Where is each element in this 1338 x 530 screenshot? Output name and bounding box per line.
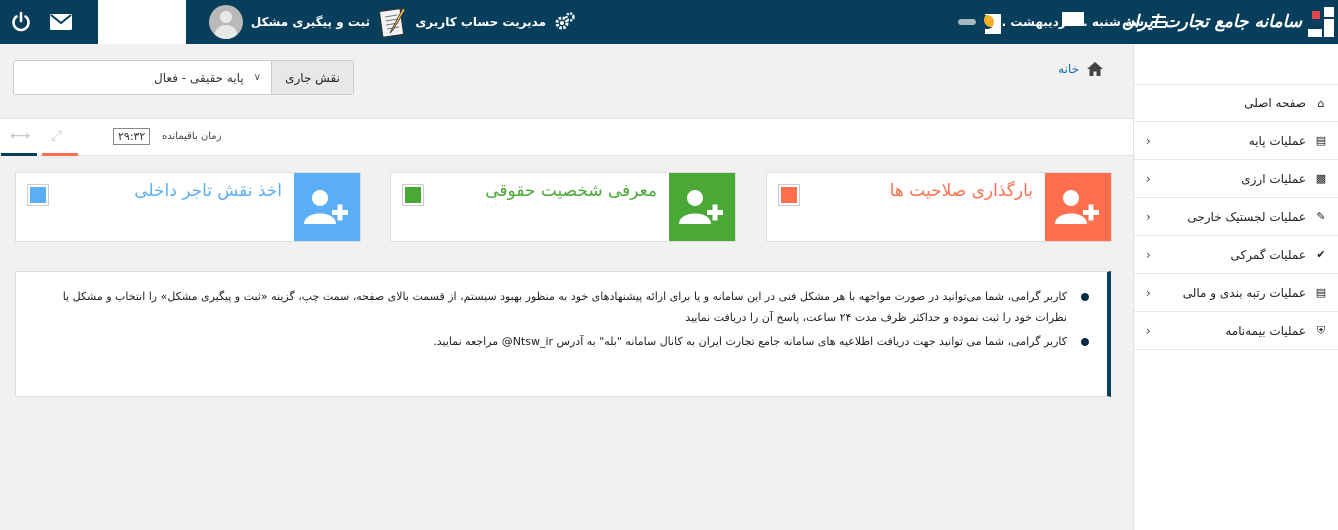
domestic-trader-role-card[interactable]: اخذ نقش تاجر داخلی [15, 172, 361, 242]
sidebar-item-label: عملیات گمرکی [1230, 247, 1306, 262]
sidebar-item-label: عملیات لجستیک خارجی [1187, 209, 1306, 224]
sidebar-item-base-operations[interactable]: ▤ عملیات پایه ‹ [1134, 122, 1338, 160]
remaining-time-value: ۲۹:۳۲ [113, 128, 151, 145]
card-color-indicator [402, 184, 424, 206]
shield-icon: ⛨ [1316, 323, 1326, 337]
home-icon: ⌂ [1317, 96, 1325, 110]
card-title: بارگذاری صلاحیت ها [889, 181, 1033, 201]
sidebar-item-rating-operations[interactable]: ▤ عملیات رتبه بندی و مالی ‹ [1134, 274, 1338, 312]
sidebar-item-label: عملیات بیمه‌نامه [1225, 323, 1306, 338]
logo-icon [1308, 7, 1334, 37]
bar-chart-icon: ▤ [1315, 134, 1327, 147]
theme-toggle[interactable] [958, 0, 994, 44]
menu-icon[interactable] [1152, 16, 1166, 28]
report-problem-label: ثبت و پیگیری مشکل [250, 15, 370, 29]
check-icon: ✔ [1316, 248, 1326, 261]
sidebar-item-label: عملیات رتبه بندی و مالی [1182, 285, 1306, 300]
current-role-value: پایه حقیقی - فعال [154, 70, 244, 85]
envelope-icon [50, 14, 72, 30]
sidebar-item-currency-operations[interactable]: ▩ عملیات ارزی ‹ [1134, 160, 1338, 198]
home-icon [1087, 62, 1103, 76]
money-icon: ▩ [1315, 172, 1327, 185]
resize-arrows-icon[interactable]: ⟷ [10, 128, 30, 144]
redacted-area [1062, 12, 1084, 26]
current-role-select[interactable]: نقش جاری ∨ پایه حقیقی - فعال [13, 60, 354, 95]
card-title: معرفی شخصیت حقوقی [485, 181, 657, 201]
messages-button[interactable] [50, 0, 72, 44]
sidebar-item-label: عملیات پایه [1248, 133, 1306, 148]
gear-icon [555, 12, 575, 30]
user-plus-icon [669, 173, 735, 241]
chevron-left-icon: ‹ [1146, 172, 1151, 186]
user-plus-icon [1045, 173, 1111, 241]
notice-item: کاربر گرامی، شما می توانید جهت دریافت اط… [56, 331, 1089, 352]
top-bar: سامانه جامع تجارت ایران سه شنبه ... اردی… [0, 0, 1338, 44]
chevron-left-icon: ‹ [1146, 286, 1151, 300]
current-role-label: نقش جاری [271, 61, 353, 94]
introduce-legal-entity-card[interactable]: معرفی شخصیت حقوقی [390, 172, 736, 242]
fullscreen-icon[interactable]: ⤢ [51, 128, 62, 144]
sidebar-item-label: عملیات ارزی [1241, 171, 1306, 186]
user-avatar[interactable] [208, 5, 243, 39]
account-management-button[interactable]: مدیریت حساب کاربری [415, 0, 576, 44]
sidebar-item-customs-operations[interactable]: ✔ عملیات گمرکی ‹ [1134, 236, 1338, 274]
logout-button[interactable] [10, 0, 32, 44]
report-problem-button[interactable]: ثبت و پیگیری مشکل [208, 0, 408, 44]
card-color-indicator [27, 184, 49, 206]
sidebar-item-insurance-operations[interactable]: ⛨ عملیات بیمه‌نامه ‹ [1134, 312, 1338, 350]
sidebar: ⌂ صفحه اصلی ▤ عملیات پایه ‹ ▩ عملیات ارز… [1133, 44, 1338, 530]
sidebar-item-label: صفحه اصلی [1244, 96, 1306, 110]
current-role-dropdown[interactable]: ∨ پایه حقیقی - فعال [14, 61, 271, 94]
session-timer-bar: ⟷ ⤢ ۲۹:۳۲ زمان باقیمانده [0, 118, 1133, 156]
sidebar-item-home[interactable]: ⌂ صفحه اصلی [1134, 84, 1338, 122]
notice-panel: کاربر گرامی، شما می‌توانید در صورت مواجه… [15, 271, 1111, 397]
chevron-left-icon: ‹ [1146, 210, 1151, 224]
breadcrumb-home-link[interactable]: خانه [1058, 62, 1079, 76]
moon-icon [980, 15, 994, 29]
sidebar-item-logistics-operations[interactable]: ✎ عملیات لجستیک خارجی ‹ [1134, 198, 1338, 236]
redacted-area [98, 0, 186, 44]
bar-chart-icon: ▤ [1315, 286, 1327, 299]
power-icon [12, 11, 30, 32]
chevron-left-icon: ‹ [1146, 134, 1151, 148]
tab-indicator [1, 153, 37, 156]
chevron-left-icon: ‹ [1146, 248, 1151, 262]
remaining-time-label: زمان باقیمانده [162, 131, 222, 142]
chevron-left-icon: ‹ [1146, 324, 1151, 338]
edit-icon: ✎ [1316, 210, 1326, 223]
card-color-indicator [778, 184, 800, 206]
notice-item: کاربر گرامی، شما می‌توانید در صورت مواجه… [56, 286, 1089, 328]
tab-indicator [42, 153, 78, 156]
chevron-down-icon: ∨ [253, 72, 261, 83]
main-content: خانه نقش جاری ∨ پایه حقیقی - فعال ⟷ ⤢ ۲۹… [0, 44, 1133, 530]
notepad-icon [378, 7, 406, 38]
account-management-label: مدیریت حساب کاربری [415, 15, 546, 29]
user-plus-icon [294, 173, 360, 241]
toggle-track [958, 19, 976, 25]
upload-qualifications-card[interactable]: بارگذاری صلاحیت ها [766, 172, 1112, 242]
card-title: اخذ نقش تاجر داخلی [134, 181, 282, 201]
breadcrumb: خانه [1058, 62, 1103, 76]
